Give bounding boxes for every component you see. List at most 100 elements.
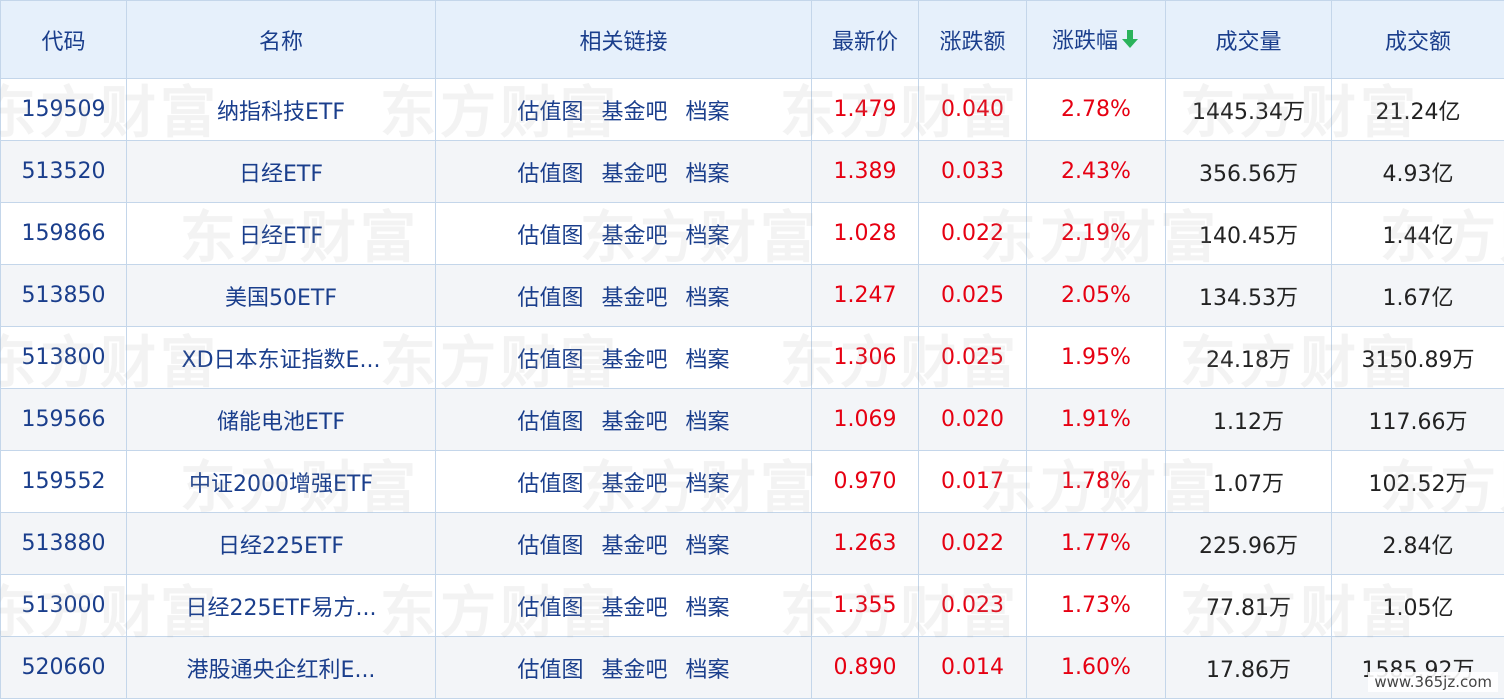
fund-name[interactable]: 纳指科技ETF: [127, 79, 436, 141]
pct-change: 1.73%: [1027, 575, 1166, 637]
fund-code[interactable]: 520660: [1, 637, 127, 699]
price-change: 0.023: [919, 575, 1027, 637]
fund-name[interactable]: 日经ETF: [127, 203, 436, 265]
fund-code[interactable]: 513800: [1, 327, 127, 389]
price-change: 0.022: [919, 203, 1027, 265]
valuation-chart-link[interactable]: 估值图: [517, 658, 583, 683]
fund-profile-link[interactable]: 档案: [686, 100, 730, 125]
turnover-amount: 1.44亿: [1332, 203, 1504, 265]
fund-name[interactable]: 储能电池ETF: [127, 389, 436, 451]
table-row[interactable]: 159566储能电池ETF估值图基金吧档案1.0690.0201.91%1.12…: [1, 389, 1504, 451]
valuation-chart-link[interactable]: 估值图: [517, 286, 583, 311]
valuation-chart-link[interactable]: 估值图: [517, 410, 583, 435]
price-change: 0.020: [919, 389, 1027, 451]
fund-code[interactable]: 513000: [1, 575, 127, 637]
fund-forum-link[interactable]: 基金吧: [601, 348, 667, 373]
fund-profile-link[interactable]: 档案: [686, 286, 730, 311]
fund-forum-link[interactable]: 基金吧: [601, 658, 667, 683]
turnover-amount: 3150.89万: [1332, 327, 1504, 389]
fund-name[interactable]: 港股通央企红利E...: [127, 637, 436, 699]
fund-profile-link[interactable]: 档案: [686, 348, 730, 373]
valuation-chart-link[interactable]: 估值图: [517, 162, 583, 187]
volume: 225.96万: [1166, 513, 1332, 575]
header-name[interactable]: 名称: [127, 1, 436, 79]
header-code[interactable]: 代码: [1, 1, 127, 79]
fund-code[interactable]: 513880: [1, 513, 127, 575]
turnover-amount: 102.52万: [1332, 451, 1504, 513]
price-change: 0.025: [919, 265, 1027, 327]
volume: 77.81万: [1166, 575, 1332, 637]
fund-name[interactable]: 日经225ETF易方...: [127, 575, 436, 637]
fund-code[interactable]: 513520: [1, 141, 127, 203]
related-links: 估值图基金吧档案: [436, 79, 812, 141]
valuation-chart-link[interactable]: 估值图: [517, 472, 583, 497]
related-links: 估值图基金吧档案: [436, 513, 812, 575]
fund-code[interactable]: 159509: [1, 79, 127, 141]
pct-change: 1.95%: [1027, 327, 1166, 389]
latest-price: 1.028: [812, 203, 919, 265]
fund-code[interactable]: 159552: [1, 451, 127, 513]
price-change: 0.025: [919, 327, 1027, 389]
fund-profile-link[interactable]: 档案: [686, 534, 730, 559]
table-row[interactable]: 513520日经ETF估值图基金吧档案1.3890.0332.43%356.56…: [1, 141, 1504, 203]
price-change: 0.017: [919, 451, 1027, 513]
table-row[interactable]: 513800XD日本东证指数E...估值图基金吧档案1.3060.0251.95…: [1, 327, 1504, 389]
table-row[interactable]: 159509纳指科技ETF估值图基金吧档案1.4790.0402.78%1445…: [1, 79, 1504, 141]
fund-profile-link[interactable]: 档案: [686, 658, 730, 683]
fund-forum-link[interactable]: 基金吧: [601, 162, 667, 187]
fund-forum-link[interactable]: 基金吧: [601, 410, 667, 435]
arrow-down-icon[interactable]: [1120, 28, 1140, 56]
pct-change: 1.91%: [1027, 389, 1166, 451]
header-pct[interactable]: 涨跌幅: [1027, 1, 1166, 79]
fund-name[interactable]: XD日本东证指数E...: [127, 327, 436, 389]
fund-code[interactable]: 513850: [1, 265, 127, 327]
table-row[interactable]: 159866日经ETF估值图基金吧档案1.0280.0222.19%140.45…: [1, 203, 1504, 265]
related-links: 估值图基金吧档案: [436, 327, 812, 389]
header-links: 相关链接: [436, 1, 812, 79]
pct-change: 2.05%: [1027, 265, 1166, 327]
pct-change: 2.19%: [1027, 203, 1166, 265]
header-amount[interactable]: 成交额: [1332, 1, 1504, 79]
related-links: 估值图基金吧档案: [436, 451, 812, 513]
table-row[interactable]: 520660港股通央企红利E...估值图基金吧档案0.8900.0141.60%…: [1, 637, 1504, 699]
price-change: 0.022: [919, 513, 1027, 575]
table-row[interactable]: 513880日经225ETF估值图基金吧档案1.2630.0221.77%225…: [1, 513, 1504, 575]
fund-name[interactable]: 日经ETF: [127, 141, 436, 203]
fund-profile-link[interactable]: 档案: [686, 410, 730, 435]
pct-change: 1.60%: [1027, 637, 1166, 699]
volume: 1.12万: [1166, 389, 1332, 451]
fund-profile-link[interactable]: 档案: [686, 596, 730, 621]
table-row[interactable]: 513850美国50ETF估值图基金吧档案1.2470.0252.05%134.…: [1, 265, 1504, 327]
latest-price: 1.263: [812, 513, 919, 575]
header-price[interactable]: 最新价: [812, 1, 919, 79]
price-change: 0.033: [919, 141, 1027, 203]
fund-forum-link[interactable]: 基金吧: [601, 286, 667, 311]
fund-forum-link[interactable]: 基金吧: [601, 472, 667, 497]
fund-profile-link[interactable]: 档案: [686, 472, 730, 497]
fund-profile-link[interactable]: 档案: [686, 224, 730, 249]
valuation-chart-link[interactable]: 估值图: [517, 348, 583, 373]
turnover-amount: 2.84亿: [1332, 513, 1504, 575]
fund-forum-link[interactable]: 基金吧: [601, 100, 667, 125]
valuation-chart-link[interactable]: 估值图: [517, 224, 583, 249]
table-row[interactable]: 513000日经225ETF易方...估值图基金吧档案1.3550.0231.7…: [1, 575, 1504, 637]
fund-name[interactable]: 日经225ETF: [127, 513, 436, 575]
fund-name[interactable]: 中证2000增强ETF: [127, 451, 436, 513]
header-volume[interactable]: 成交量: [1166, 1, 1332, 79]
fund-forum-link[interactable]: 基金吧: [601, 534, 667, 559]
table-row[interactable]: 159552中证2000增强ETF估值图基金吧档案0.9700.0171.78%…: [1, 451, 1504, 513]
fund-forum-link[interactable]: 基金吧: [601, 224, 667, 249]
fund-code[interactable]: 159566: [1, 389, 127, 451]
fund-code[interactable]: 159866: [1, 203, 127, 265]
related-links: 估值图基金吧档案: [436, 575, 812, 637]
volume: 1445.34万: [1166, 79, 1332, 141]
valuation-chart-link[interactable]: 估值图: [517, 596, 583, 621]
related-links: 估值图基金吧档案: [436, 637, 812, 699]
header-change[interactable]: 涨跌额: [919, 1, 1027, 79]
valuation-chart-link[interactable]: 估值图: [517, 100, 583, 125]
fund-name[interactable]: 美国50ETF: [127, 265, 436, 327]
related-links: 估值图基金吧档案: [436, 203, 812, 265]
valuation-chart-link[interactable]: 估值图: [517, 534, 583, 559]
fund-forum-link[interactable]: 基金吧: [601, 596, 667, 621]
fund-profile-link[interactable]: 档案: [686, 162, 730, 187]
